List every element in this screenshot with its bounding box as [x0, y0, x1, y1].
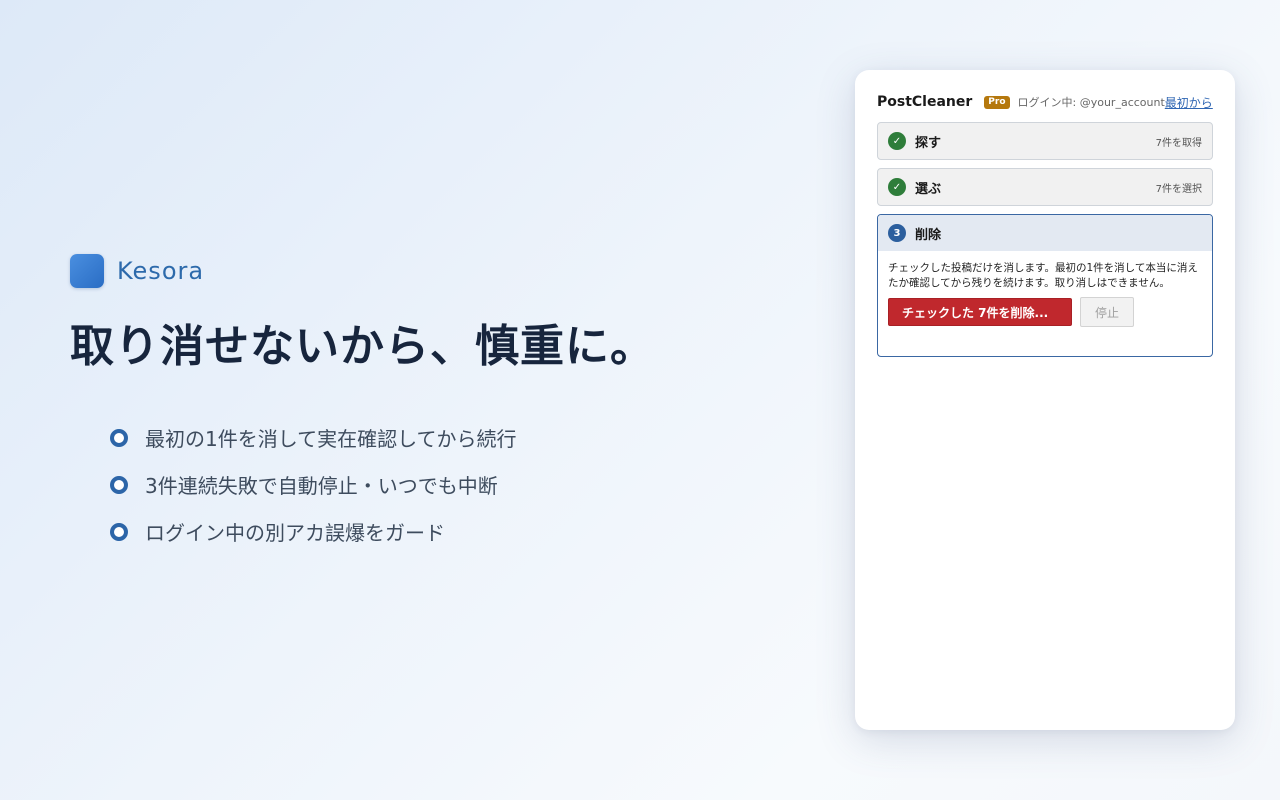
step-header: ✓ 探す 7件を取得: [878, 123, 1212, 159]
delete-button[interactable]: チェックした 7件を削除...: [888, 298, 1072, 326]
feature-list: 最初の1件を消して実在確認してから続行 3件連続失敗で自動停止・いつでも中断 ロ…: [110, 414, 710, 555]
bullet-icon: [110, 475, 128, 494]
pro-badge: Pro: [984, 95, 1010, 109]
popup-header: PostCleaner Pro ログイン中: @your_account 最初か…: [877, 92, 1213, 112]
app-name: PostCleaner: [877, 94, 973, 110]
check-icon: ✓: [888, 132, 906, 150]
step-delete: 3 削除 チェックした投稿だけを消します。最初の1件を消して本当に消えたか確認し…: [877, 214, 1213, 357]
step-meta: 7件を取得: [1155, 137, 1202, 149]
feature-text: 最初の1件を消して実在確認してから続行: [145, 427, 517, 451]
step-select[interactable]: ✓ 選ぶ 7件を選択: [877, 168, 1213, 206]
brand-logo-icon: [70, 254, 104, 288]
login-status: ログイン中: @your_account: [1017, 96, 1165, 109]
extension-popup: PostCleaner Pro ログイン中: @your_account 最初か…: [855, 70, 1235, 730]
feature-text: ログイン中の別アカ誤爆をガード: [145, 521, 445, 545]
step-find[interactable]: ✓ 探す 7件を取得: [877, 122, 1213, 160]
restart-link[interactable]: 最初から: [1165, 94, 1213, 111]
feature-item: 3件連続失敗で自動停止・いつでも中断: [110, 461, 710, 508]
check-icon: ✓: [888, 178, 906, 196]
step-title: 削除: [915, 227, 942, 243]
step-number-icon: 3: [888, 224, 906, 242]
step-actions: チェックした 7件を削除... 停止: [878, 291, 1212, 327]
stop-button[interactable]: 停止: [1080, 297, 1134, 327]
bullet-icon: [110, 428, 128, 447]
headline: 取り消せないから、慎重に。: [70, 321, 655, 372]
bullet-icon: [110, 522, 128, 541]
brand-name: Kesora: [117, 257, 205, 285]
step-description: チェックした投稿だけを消します。最初の1件を消して本当に消えたか確認してから残り…: [888, 262, 1198, 289]
hero-section: Kesora 取り消せないから、慎重に。 最初の1件を消して実在確認してから続行…: [70, 254, 710, 555]
step-title: 探す: [915, 135, 942, 151]
step-title: 選ぶ: [915, 181, 942, 197]
feature-item: ログイン中の別アカ誤爆をガード: [110, 508, 710, 555]
feature-text: 3件連続失敗で自動停止・いつでも中断: [145, 474, 498, 498]
feature-item: 最初の1件を消して実在確認してから続行: [110, 414, 710, 461]
step-header: ✓ 選ぶ 7件を選択: [878, 169, 1212, 205]
brand: Kesora: [70, 254, 710, 288]
step-header: 3 削除: [878, 215, 1212, 251]
step-meta: 7件を選択: [1155, 183, 1202, 195]
